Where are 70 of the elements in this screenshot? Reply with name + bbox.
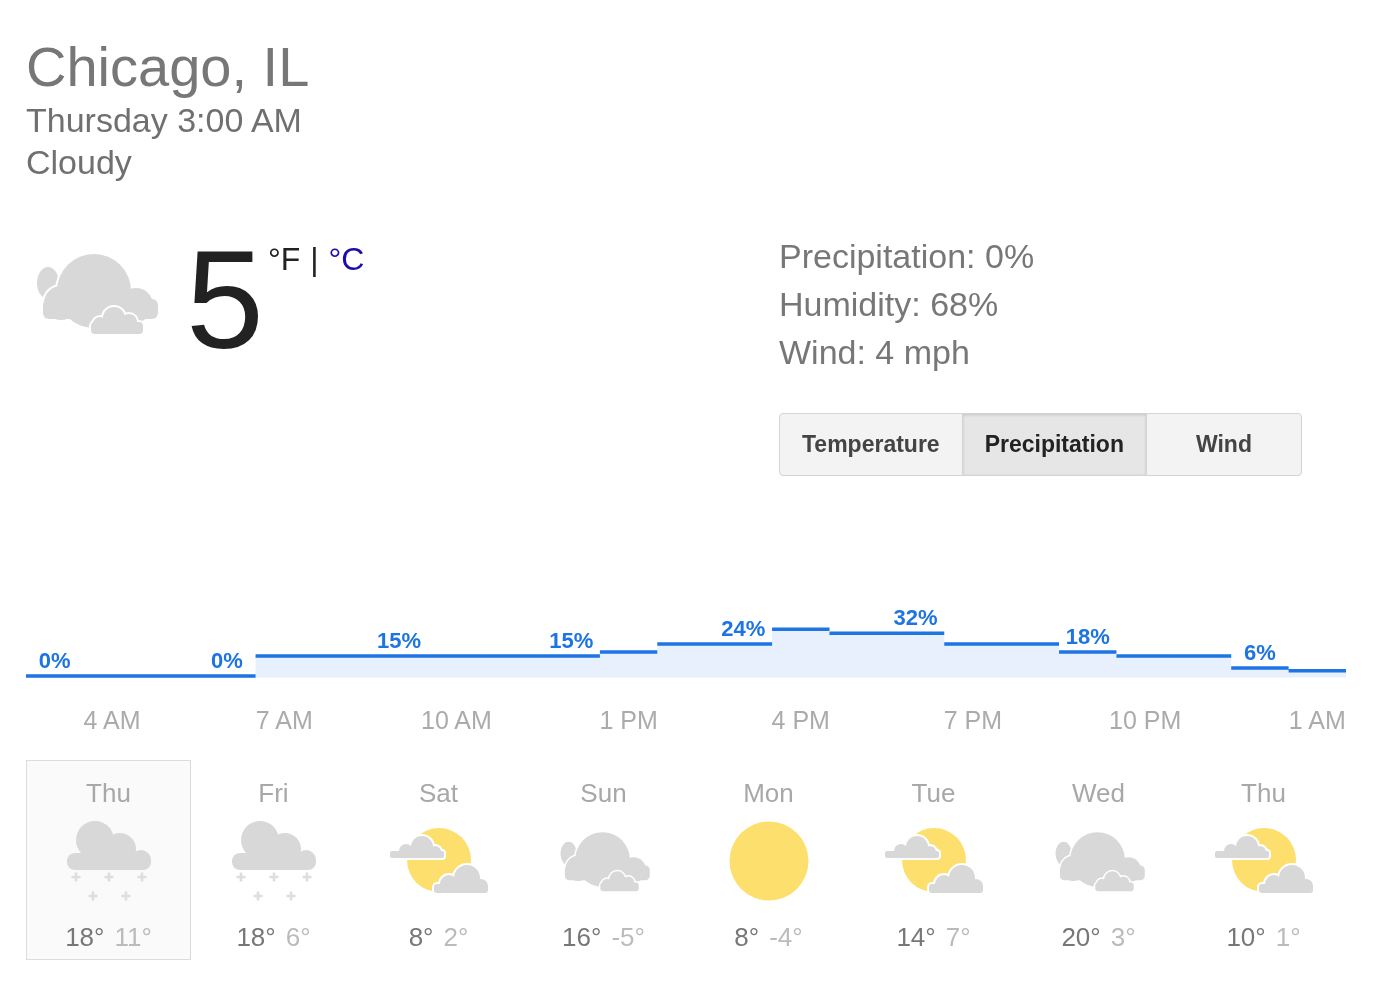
weather-detail: Humidity: 68%	[779, 284, 1000, 325]
time-label: 7 AM	[255, 706, 313, 734]
high-temp: 8°	[734, 922, 760, 952]
value-label: 6%	[1244, 640, 1276, 665]
low-temp: -4°	[769, 922, 803, 952]
sun-cloud-icon	[883, 828, 984, 894]
time-label: 1 AM	[1288, 706, 1346, 734]
day-card[interactable]: Tue 14° 7°	[851, 760, 1016, 960]
low-temp: 7°	[945, 922, 971, 952]
time-label: 4 PM	[771, 706, 830, 734]
unit-label: °F	[267, 241, 301, 277]
day-label: Sun	[580, 778, 627, 808]
low-temp: 11°	[114, 922, 152, 952]
tab[interactable]: Temperature	[779, 413, 963, 476]
day-card[interactable]: Thu 10° 1°	[1181, 760, 1346, 960]
tab[interactable]: Wind	[1145, 413, 1302, 476]
value-label: 32%	[893, 605, 938, 631]
date-time: Thursday 3:00 AM	[26, 100, 303, 141]
high-temp: 20°	[1061, 922, 1101, 952]
time-label: 10 AM	[421, 706, 492, 734]
sun-cloud-icon	[1213, 828, 1314, 894]
low-temp: 6°	[285, 922, 311, 952]
weather-detail: Wind: 4 mph	[779, 332, 971, 373]
day-card[interactable]: Fri 18° 6°	[191, 760, 356, 960]
temperature-value: 5	[186, 230, 264, 370]
city-name: Chicago, IL	[26, 35, 311, 99]
high-temp: 18°	[236, 922, 276, 952]
sun-icon	[728, 821, 809, 901]
clouds-icon	[557, 830, 650, 892]
sun-cloud-icon	[388, 828, 489, 894]
weather-detail: Precipitation: 0%	[779, 236, 1036, 277]
high-temp: 10°	[1226, 922, 1266, 952]
low-temp: 3°	[1110, 922, 1136, 952]
value-label: 15%	[549, 628, 594, 653]
high-temp: 14°	[896, 922, 936, 952]
day-card[interactable]: Thu 18° 11°	[26, 760, 191, 960]
day-label: Wed	[1072, 778, 1125, 808]
low-temp: 1°	[1275, 922, 1301, 952]
day-label: Thu	[1241, 778, 1286, 808]
day-card[interactable]: Mon 8° -4°	[686, 760, 851, 960]
time-label: 4 AM	[83, 706, 141, 734]
day-label: Mon	[743, 778, 794, 808]
day-card[interactable]: Sat 8° 2°	[356, 760, 521, 960]
clouds-icon	[1052, 830, 1145, 892]
unit-separator: |	[310, 241, 319, 277]
value-label: 0%	[210, 648, 243, 673]
time-label: 10 PM	[1109, 706, 1182, 734]
value-label: 18%	[1065, 624, 1110, 649]
day-label: Thu	[86, 778, 131, 808]
time-label: 7 PM	[943, 706, 1003, 734]
high-temp: 18°	[65, 922, 105, 952]
day-label: Fri	[258, 778, 289, 808]
snow-cloud-icon	[230, 820, 317, 902]
value-label: 0%	[38, 648, 71, 673]
time-label: 1 PM	[599, 706, 658, 734]
high-temp: 8°	[408, 922, 434, 952]
low-temp: 2°	[443, 922, 469, 952]
condition-text: Cloudy	[26, 142, 133, 183]
day-card[interactable]: Wed 20° 3°	[1016, 760, 1181, 960]
clouds-icon	[34, 251, 158, 335]
unit-link[interactable]: °C	[328, 241, 365, 277]
day-label: Tue	[911, 778, 956, 808]
high-temp: 16°	[562, 922, 602, 952]
day-card[interactable]: Sun 16° -5°	[521, 760, 686, 960]
day-label: Sat	[419, 778, 458, 808]
snow-cloud-icon	[65, 820, 152, 902]
low-temp: -5°	[611, 922, 645, 952]
value-label: 15%	[377, 628, 422, 653]
tab[interactable]: Precipitation	[961, 413, 1147, 476]
value-label: 24%	[721, 616, 766, 641]
